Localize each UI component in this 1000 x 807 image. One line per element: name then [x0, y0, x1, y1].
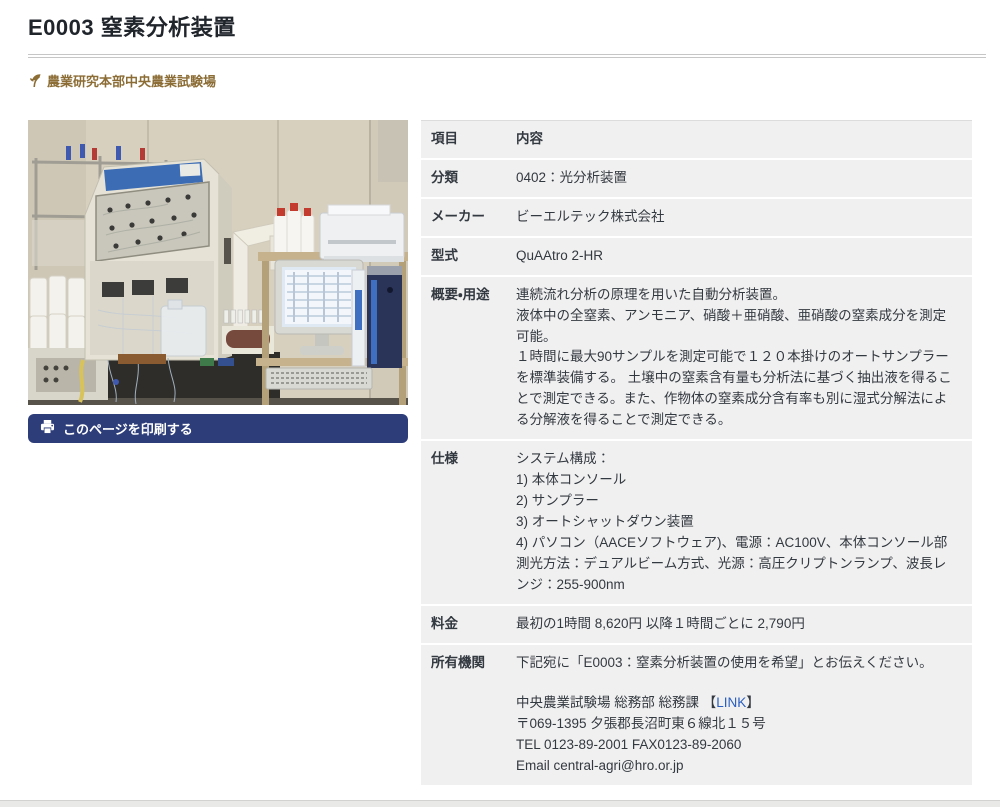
page: E0003 窒素分析装置 農業研究本部中央農業試験場 — [0, 0, 1000, 807]
owner-note: 下記宛に「E0003：窒素分析装置の使用を希望」とお伝えください。 — [516, 653, 958, 674]
owner-org-line: 中央農業試験場 総務部 総務課 【LINK】 — [516, 693, 958, 714]
owner-value: 下記宛に「E0003：窒素分析装置の使用を希望」とお伝えください。 中央農業試験… — [516, 645, 972, 786]
row-label: 所有機関 — [421, 645, 516, 786]
row-label: メーカー — [421, 199, 516, 236]
row-value: システム構成： 1) 本体コンソール 2) サンプラー 3) オートシャットダウ… — [516, 441, 972, 603]
row-label: 分類 — [421, 160, 516, 197]
sprout-icon — [28, 73, 42, 88]
row-value: 0402：光分析装置 — [516, 160, 972, 197]
owner-org-suffix: 】 — [746, 695, 760, 710]
owner-link[interactable]: LINK — [716, 695, 746, 710]
equipment-photo — [28, 120, 408, 405]
row-label: 料金 — [421, 606, 516, 643]
row-value: 最初の1時間 8,620円 以降１時間ごとに 2,790円 — [516, 606, 972, 643]
owner-address: 〒069-1395 夕張郡長沼町東６線北１５号 — [516, 714, 958, 735]
table-header-row: 項目 内容 — [421, 121, 972, 160]
table-row-fee: 料金 最初の1時間 8,620円 以降１時間ごとに 2,790円 — [421, 606, 972, 645]
table-row-overview: 概要・用途 連続流れ分析の原理を用いた自動分析装置。 液体中の全窒素、アンモニア… — [421, 277, 972, 441]
table-row-model: 型式 QuAAtro 2-HR — [421, 238, 972, 277]
owner-spacer — [516, 673, 958, 693]
row-value: ビーエルテック株式会社 — [516, 199, 972, 236]
main-content: このページを印刷する 項目 内容 分類 0402：光分析装置 メーカー ビーエル… — [28, 120, 972, 787]
header-item: 項目 — [421, 121, 516, 158]
owner-email: Email central-agri@hro.or.jp — [516, 756, 958, 777]
spec-table: 項目 内容 分類 0402：光分析装置 メーカー ビーエルテック株式会社 型式 … — [421, 120, 972, 787]
left-column: このページを印刷する — [28, 120, 408, 443]
footer-strip — [0, 800, 1000, 807]
row-value: 連続流れ分析の原理を用いた自動分析装置。 液体中の全窒素、アンモニア、硝酸＋亜硝… — [516, 277, 972, 439]
table-row-owner: 所有機関 下記宛に「E0003：窒素分析装置の使用を希望」とお伝えください。 中… — [421, 645, 972, 788]
table-row-specs: 仕様 システム構成： 1) 本体コンソール 2) サンプラー 3) オートシャッ… — [421, 441, 972, 605]
table-row-maker: メーカー ビーエルテック株式会社 — [421, 199, 972, 238]
breadcrumb-label: 農業研究本部中央農業試験場 — [47, 71, 216, 90]
print-button[interactable]: このページを印刷する — [28, 414, 408, 443]
owner-tel-fax: TEL 0123-89-2001 FAX0123-89-2060 — [516, 735, 958, 756]
owner-org-prefix: 中央農業試験場 総務部 総務課 【 — [516, 695, 716, 710]
printer-icon — [40, 420, 55, 437]
breadcrumb-facility-link[interactable]: 農業研究本部中央農業試験場 — [28, 71, 216, 90]
header-content: 内容 — [516, 121, 972, 158]
table-row-category: 分類 0402：光分析装置 — [421, 160, 972, 199]
print-button-label: このページを印刷する — [63, 419, 193, 438]
row-label: 型式 — [421, 238, 516, 275]
row-label: 概要・用途 — [421, 277, 516, 439]
row-value: QuAAtro 2-HR — [516, 238, 972, 275]
row-label: 仕様 — [421, 441, 516, 603]
page-title: E0003 窒素分析装置 — [28, 10, 972, 42]
title-divider — [28, 54, 986, 58]
